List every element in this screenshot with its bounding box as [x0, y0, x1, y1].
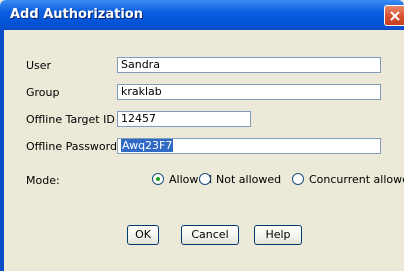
radio-concurrent-allowed-circle	[292, 173, 304, 185]
group-input[interactable]: kraklab	[117, 84, 381, 100]
user-input[interactable]: Sandra	[117, 57, 381, 73]
group-label: Group	[26, 86, 60, 99]
radio-concurrent-allowed[interactable]: Concurrent allowed	[292, 173, 404, 187]
target-id-input[interactable]: 12457	[117, 111, 251, 127]
window-title: Add Authorization	[10, 7, 143, 22]
target-id-value: 12457	[121, 112, 156, 125]
user-label: User	[26, 59, 52, 72]
radio-not-allowed[interactable]: Not allowed	[199, 173, 289, 187]
group-value: kraklab	[121, 85, 162, 98]
title-bar[interactable]: Add Authorization	[0, 0, 404, 30]
help-button[interactable]: Help	[254, 225, 302, 245]
user-value: Sandra	[121, 58, 160, 71]
ok-button[interactable]: OK	[127, 225, 159, 245]
cancel-button[interactable]: Cancel	[181, 225, 239, 245]
password-value: Awq23F7	[121, 139, 174, 152]
password-input[interactable]: Awq23F7	[117, 138, 381, 154]
radio-not-allowed-label: Not allowed	[216, 173, 282, 186]
password-label: Offline Password	[26, 140, 117, 153]
radio-concurrent-allowed-label: Concurrent allowed	[309, 173, 404, 186]
window-left-border	[0, 30, 4, 271]
close-icon	[390, 11, 400, 21]
target-id-label: Offline Target ID	[26, 113, 115, 126]
close-button[interactable]	[384, 5, 404, 26]
mode-label: Mode:	[26, 174, 60, 187]
radio-not-allowed-circle	[199, 173, 211, 185]
radio-allowed-circle	[152, 173, 164, 185]
